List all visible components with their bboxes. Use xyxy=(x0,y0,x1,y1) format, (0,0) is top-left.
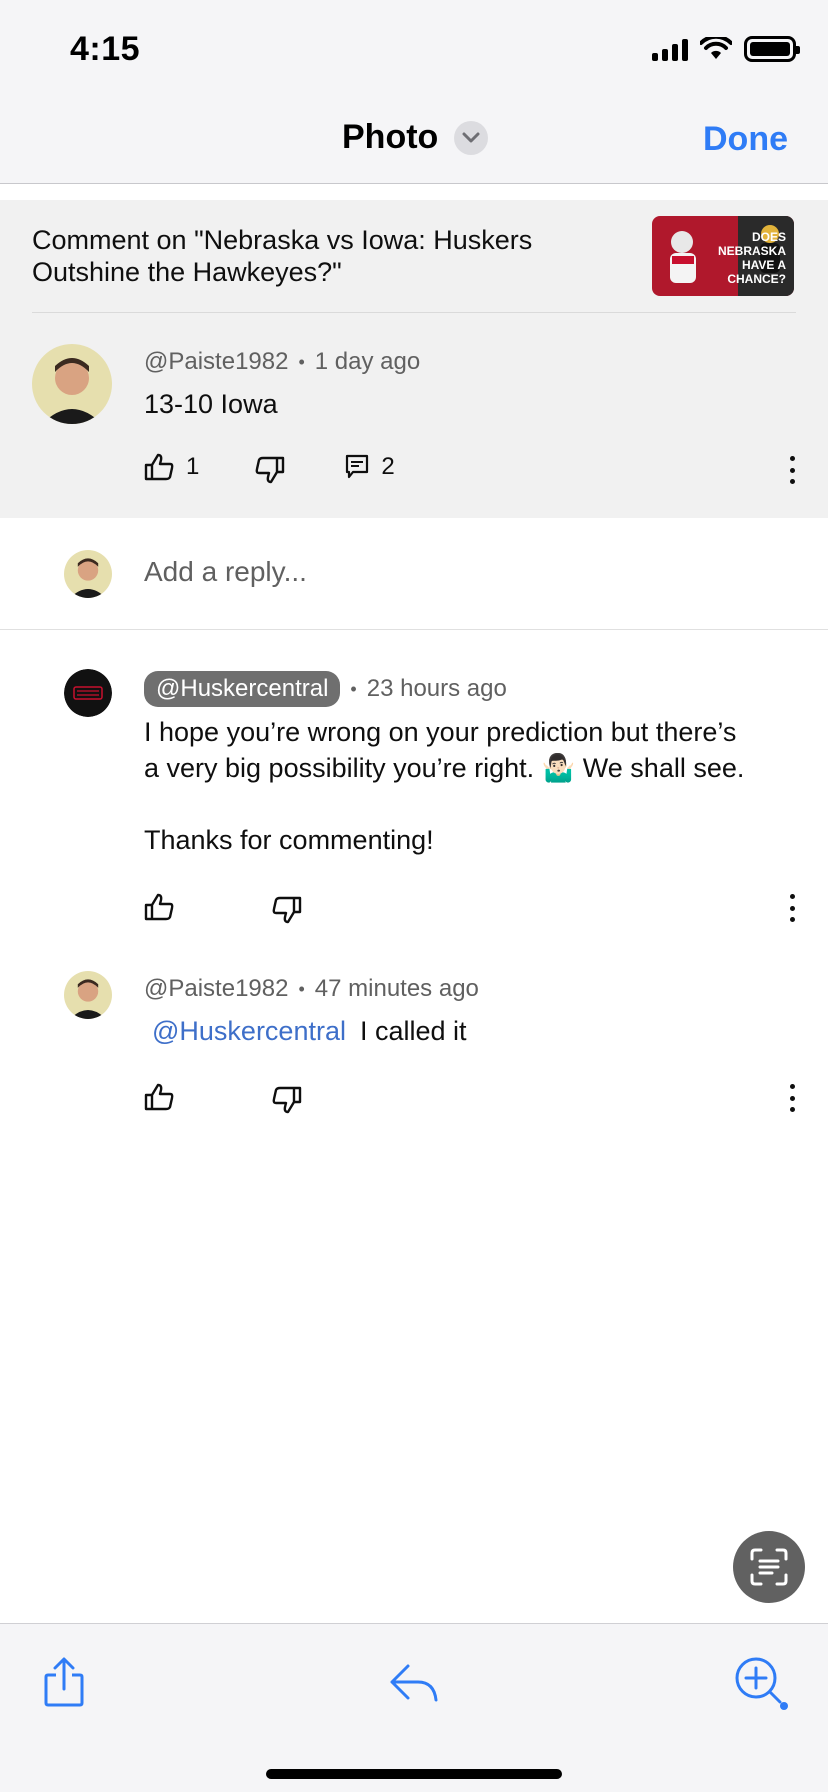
like-count: 1 xyxy=(186,453,200,480)
mention-link[interactable]: @Huskercentral xyxy=(152,1016,346,1046)
replies-button[interactable]: 2 xyxy=(345,453,395,481)
dislike-button[interactable] xyxy=(272,1080,302,1114)
avatar xyxy=(64,550,112,598)
comment-meta: @Paiste1982 • 1 day ago xyxy=(144,348,421,376)
status-bar: 4:15 xyxy=(0,0,828,100)
cellular-signal-icon xyxy=(652,37,688,61)
video-title: Comment on "Nebraska vs Iowa: Huskers Ou… xyxy=(32,225,533,287)
share-icon xyxy=(44,1657,84,1707)
reply-button[interactable] xyxy=(384,1652,444,1712)
like-button[interactable] xyxy=(144,893,174,921)
reply-time: 47 minutes ago xyxy=(314,975,479,1002)
avatar[interactable] xyxy=(32,344,112,424)
thumbs-up-icon xyxy=(144,1083,174,1111)
thumbs-down-icon xyxy=(255,456,285,484)
divider xyxy=(32,312,796,313)
comment-time: 1 day ago xyxy=(314,348,421,375)
title-menu[interactable]: Photo xyxy=(342,118,489,157)
thumbs-down-icon xyxy=(272,896,302,924)
nav-bar: Photo Done xyxy=(0,100,828,184)
reply-meta: @Paiste1982 • 47 minutes ago xyxy=(144,975,479,1003)
video-thumbnail[interactable]: DOES NEBRASKA HAVE A CHANCE? xyxy=(652,216,794,296)
avatar[interactable] xyxy=(64,971,112,1019)
zoom-button[interactable] xyxy=(730,1652,790,1712)
more-vertical-icon[interactable] xyxy=(788,894,796,922)
reply-text: @Huskercentral I called it xyxy=(152,1013,467,1049)
reply-input-row[interactable]: Add a reply... xyxy=(0,518,828,630)
dislike-button[interactable] xyxy=(255,450,285,484)
comment-icon xyxy=(346,454,369,479)
status-time: 4:15 xyxy=(70,30,141,68)
reply-actions xyxy=(144,1080,302,1114)
reply-text-line: a very big possibility you’re right. 🤷🏻‍… xyxy=(144,753,745,783)
text-scan-icon xyxy=(750,1548,788,1586)
share-button[interactable] xyxy=(34,1652,94,1712)
comment-actions: 1 2 xyxy=(144,450,395,484)
reply-text-content: I called it xyxy=(359,1016,467,1046)
zoom-in-icon xyxy=(735,1657,788,1710)
comment-text: 13-10 Iowa xyxy=(144,389,278,419)
comment-author[interactable]: @Paiste1982 xyxy=(144,348,288,376)
live-text-button[interactable] xyxy=(733,1531,805,1603)
thumbs-down-icon xyxy=(272,1086,302,1114)
wifi-icon xyxy=(700,37,732,59)
done-button[interactable]: Done xyxy=(703,120,788,159)
reply-count: 2 xyxy=(381,453,395,480)
more-vertical-icon[interactable] xyxy=(788,456,796,484)
reply-time: 23 hours ago xyxy=(366,675,507,702)
reply-input[interactable]: Add a reply... xyxy=(144,556,307,588)
like-button[interactable]: 1 xyxy=(144,453,199,481)
highlighted-comment: Comment on "Nebraska vs Iowa: Huskers Ou… xyxy=(0,200,828,518)
reply-text-line: Thanks for commenting! xyxy=(144,825,434,855)
like-button[interactable] xyxy=(144,1083,174,1111)
reply-meta: @Huskercentral • 23 hours ago xyxy=(144,671,507,707)
reply-text-line: I hope you’re wrong on your prediction b… xyxy=(144,717,737,747)
avatar[interactable] xyxy=(64,669,112,717)
thumbs-up-icon xyxy=(144,893,174,921)
reply-author[interactable]: @Paiste1982 xyxy=(144,975,288,1003)
status-icons xyxy=(652,36,800,62)
creator-author-chip[interactable]: @Huskercentral xyxy=(144,671,341,707)
reply-arrow-icon xyxy=(390,1664,438,1702)
reply-actions xyxy=(144,890,302,924)
dislike-button[interactable] xyxy=(272,890,302,924)
photo-content: Comment on "Nebraska vs Iowa: Huskers Ou… xyxy=(0,200,828,1623)
bottom-toolbar xyxy=(0,1623,828,1792)
thumbnail-caption: DOES NEBRASKA HAVE A CHANCE? xyxy=(717,230,786,286)
nav-title: Photo xyxy=(342,118,439,156)
thumbs-up-icon xyxy=(144,453,174,481)
home-indicator xyxy=(266,1769,562,1779)
battery-icon xyxy=(744,36,800,62)
chevron-down-icon[interactable] xyxy=(454,120,489,155)
more-vertical-icon[interactable] xyxy=(788,1084,796,1112)
